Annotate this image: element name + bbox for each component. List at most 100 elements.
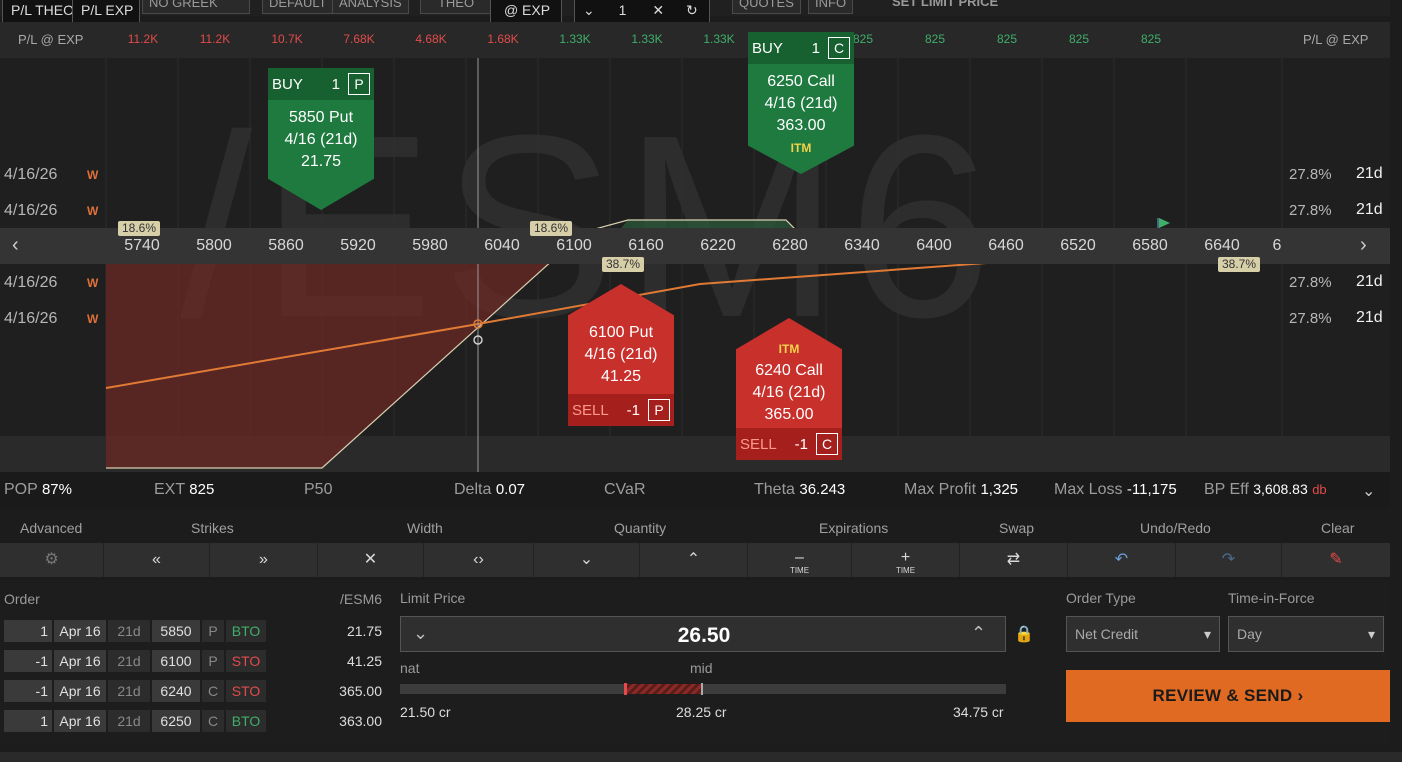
set-limit-price-label[interactable]: SET LIMIT PRICE: [892, 0, 998, 9]
strike-label[interactable]: 6580: [1120, 237, 1180, 255]
leg-price: 365.00: [764, 406, 814, 423]
strike-label[interactable]: 5740: [112, 237, 172, 255]
width-wide-button[interactable]: ‹›: [424, 543, 534, 577]
tif-value: Day: [1237, 626, 1262, 642]
strike-label[interactable]: 6400: [904, 237, 964, 255]
slider-handle[interactable]: [624, 683, 627, 695]
undo-button[interactable]: ↶: [1068, 543, 1176, 577]
mid-label: mid: [690, 660, 713, 676]
top-toolbar: P/L THEO P/L EXP NO GREEK DEFAULT ANALYS…: [0, 0, 1390, 28]
order-type-cp[interactable]: C: [202, 680, 224, 702]
order-qty[interactable]: 1: [4, 710, 52, 732]
risk-graph[interactable]: /ESM6 ‹ › 5740 5800 5860 5920 5980 6040 …: [0, 32, 1390, 472]
strike-label[interactable]: 6: [1270, 237, 1284, 255]
order-dte[interactable]: 21d: [108, 650, 150, 672]
width-narrow-button[interactable]: ✕: [318, 543, 424, 577]
limit-price-field[interactable]: ⌄ 26.50 ⌃: [400, 616, 1006, 652]
order-action[interactable]: STO: [226, 680, 266, 702]
tab-info[interactable]: INFO: [808, 0, 854, 14]
strike-label[interactable]: 6520: [1048, 237, 1108, 255]
strike-label[interactable]: 6460: [976, 237, 1036, 255]
order-dte[interactable]: 21d: [108, 680, 150, 702]
redo-button[interactable]: ↷: [1176, 543, 1282, 577]
pl-value: 825: [1140, 32, 1162, 46]
order-strike[interactable]: 6240: [152, 680, 200, 702]
order-qty[interactable]: 1: [4, 620, 52, 642]
tab-analysis[interactable]: ANALYSIS: [332, 0, 409, 14]
lock-icon[interactable]: 🔒: [1014, 624, 1034, 644]
strikes-up-button[interactable]: »: [210, 543, 318, 577]
limit-price-value[interactable]: 26.50: [401, 624, 1007, 648]
order-dte[interactable]: 21d: [108, 620, 150, 642]
refresh-icon[interactable]: ↻: [686, 2, 698, 18]
order-strike[interactable]: 6100: [152, 650, 200, 672]
order-expiry[interactable]: Apr 16: [54, 650, 106, 672]
tab-theo[interactable]: THEO: [420, 0, 492, 14]
strike-label[interactable]: 6160: [616, 237, 676, 255]
swap-button[interactable]: ⇄: [960, 543, 1068, 577]
strikes-down-button[interactable]: «: [104, 543, 210, 577]
order-type-cp[interactable]: C: [202, 710, 224, 732]
strike-label[interactable]: 6340: [832, 237, 892, 255]
order-qty[interactable]: -1: [4, 680, 52, 702]
chevron-left-icon[interactable]: ‹: [12, 234, 19, 257]
tab-default[interactable]: DEFAULT: [262, 0, 334, 14]
order-type-cp[interactable]: P: [202, 620, 224, 642]
max-loss-stat: Max Loss -11,175: [1054, 481, 1177, 498]
limit-price-label: Limit Price: [400, 590, 466, 606]
expiration-minus-button[interactable]: – TIME: [748, 543, 852, 577]
strike-label[interactable]: 5860: [256, 237, 316, 255]
price-range-slider[interactable]: [400, 683, 1006, 695]
order-action[interactable]: STO: [226, 650, 266, 672]
order-expiry[interactable]: Apr 16: [54, 680, 106, 702]
quantity-up-button[interactable]: ⌃: [640, 543, 748, 577]
leg-type-badge: C: [816, 433, 838, 455]
order-qty[interactable]: -1: [4, 650, 52, 672]
weekly-marker: W: [87, 312, 99, 326]
advanced-button[interactable]: ⚙: [0, 543, 104, 577]
leg-expiry: 4/16 (21d): [584, 346, 658, 363]
pct-badge-left-2: 18.6%: [530, 221, 573, 236]
chevron-down-icon[interactable]: ⌄: [583, 2, 595, 18]
order-action[interactable]: BTO: [226, 620, 266, 642]
leg-type-badge: P: [648, 399, 670, 421]
leg-card-buy-call[interactable]: BUY 1 C 6250 Call 4/16 (21d) 363.00 ITM: [748, 32, 854, 174]
close-icon[interactable]: ✕: [652, 2, 664, 18]
order-label: Order: [4, 591, 40, 607]
strike-label[interactable]: 6640: [1192, 237, 1252, 255]
strike-label[interactable]: 5920: [328, 237, 388, 255]
expiration-plus-button[interactable]: + TIME: [852, 543, 960, 577]
strike-label[interactable]: 6040: [472, 237, 532, 255]
order-type-select[interactable]: Net Credit ▾: [1066, 616, 1220, 652]
strike-label[interactable]: 6100: [544, 237, 604, 255]
order-expiry[interactable]: Apr 16: [54, 620, 106, 642]
leg-type-badge: C: [828, 37, 850, 59]
quantity-down-button[interactable]: ⌄: [534, 543, 640, 577]
label-undo-redo: Undo/Redo: [1140, 520, 1211, 536]
strike-label[interactable]: 6220: [688, 237, 748, 255]
tab-quotes[interactable]: QUOTES: [732, 0, 801, 14]
order-type-cp[interactable]: P: [202, 650, 224, 672]
leg-desc: 6100 Put: [588, 324, 654, 341]
greek-select[interactable]: NO GREEK: [142, 0, 250, 14]
strike-label[interactable]: 5800: [184, 237, 244, 255]
chevron-down-icon[interactable]: ⌄: [1362, 481, 1375, 501]
strike-label[interactable]: 5980: [400, 237, 460, 255]
order-action[interactable]: BTO: [226, 710, 266, 732]
order-strike[interactable]: 5850: [152, 620, 200, 642]
stats-bar: POP 87% EXT 825 P50 Delta 0.07 CVaR Thet…: [0, 472, 1390, 508]
order-strike[interactable]: 6250: [152, 710, 200, 732]
bp-eff-stat: BP Eff 3,608.83 db: [1204, 481, 1327, 498]
leg-price: 41.25: [600, 368, 642, 385]
clear-icon[interactable]: ✎: [1282, 543, 1390, 577]
tif-select[interactable]: Day ▾: [1228, 616, 1384, 652]
exp-row-dte: 21d: [1356, 165, 1383, 182]
strike-label[interactable]: 6280: [760, 237, 820, 255]
order-dte[interactable]: 21d: [108, 710, 150, 732]
chevron-up-icon[interactable]: ⌃: [971, 623, 986, 644]
exp-row-iv: 27.8%: [1289, 202, 1332, 219]
review-send-button[interactable]: REVIEW & SEND ›: [1066, 670, 1390, 722]
exp-row-iv: 27.8%: [1289, 274, 1332, 291]
chevron-right-icon[interactable]: ›: [1360, 234, 1367, 257]
order-expiry[interactable]: Apr 16: [54, 710, 106, 732]
